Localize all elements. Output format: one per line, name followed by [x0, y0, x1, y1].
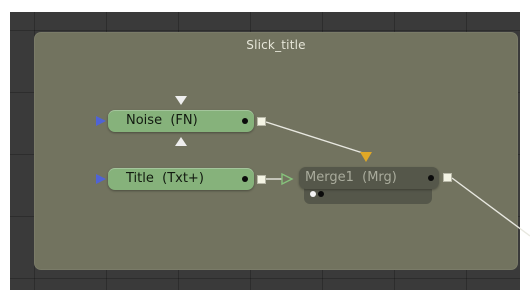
merge-status-dot [428, 175, 434, 181]
merge-node[interactable]: Merge1 (Mrg) [299, 167, 439, 189]
title-status-dot [242, 176, 248, 182]
merge-black-dot [318, 191, 324, 197]
title-output-port[interactable] [257, 175, 266, 184]
noise-node-label: Noise (FN) [126, 113, 198, 128]
noise-status-dot [242, 118, 248, 124]
merge-white-dot [310, 191, 316, 197]
title-node-label: Title (Txt+) [126, 171, 204, 186]
title-node[interactable]: Title (Txt+) [108, 168, 254, 190]
group-slick-title[interactable]: Slick_title [34, 32, 518, 270]
merge-output-port[interactable] [443, 173, 452, 182]
noise-node[interactable]: Noise (FN) [108, 110, 254, 132]
merge-node-label: Merge1 (Mrg) [305, 170, 397, 185]
flow-canvas[interactable]: Slick_title [10, 12, 520, 290]
group-title: Slick_title [246, 38, 306, 52]
noise-output-port[interactable] [257, 117, 266, 126]
